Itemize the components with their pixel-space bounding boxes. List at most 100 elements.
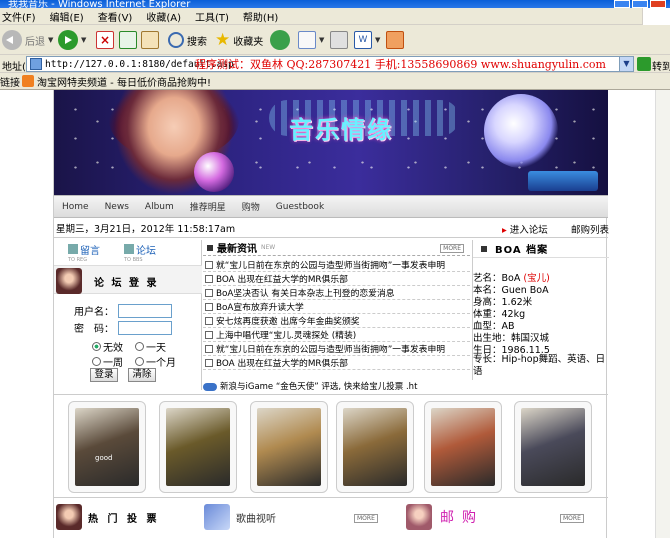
page-icon: [30, 58, 42, 70]
remember-month-radio[interactable]: 一个月: [135, 354, 176, 369]
mail-icon[interactable]: [298, 31, 316, 49]
gallery-photo[interactable]: [159, 401, 237, 493]
favorites-button[interactable]: ★ 收藏夹: [215, 28, 263, 52]
taobao-icon: [22, 75, 34, 87]
gallery-photo[interactable]: [424, 401, 502, 493]
refresh-icon[interactable]: [119, 31, 137, 49]
nav-album[interactable]: Album: [145, 202, 174, 212]
photo-image: [75, 408, 139, 486]
menu-view[interactable]: 查看(V): [98, 9, 133, 24]
print-icon[interactable]: [330, 31, 348, 49]
news-item[interactable]: BOA 出现在红益大学的MR俱乐部: [203, 356, 470, 370]
maximize-button[interactable]: [632, 0, 648, 8]
news-marquee[interactable]: 新浪与iGame “金色天使” 评选, 快来给宝儿投票 .ht: [203, 380, 608, 392]
mail-order-link[interactable]: 邮购列表: [571, 222, 609, 236]
nav-home[interactable]: Home: [62, 202, 89, 212]
news-item[interactable]: BoA坚决否认 有关日本杂志上刊登的恋爱消息: [203, 286, 470, 300]
news-item[interactable]: 就“宝儿日前在东京的公园与造型师当街拥吻”一事发表申明: [203, 342, 470, 356]
forward-button[interactable]: ▼: [58, 28, 86, 52]
date-bar: 星期三，3月21日，2012年 11:58:17am 进入论坛 邮购列表: [54, 218, 609, 238]
moon-image: [484, 94, 558, 168]
star-icon: ★: [215, 30, 231, 50]
favorites-label: 收藏夹: [233, 36, 264, 48]
remember-none-radio[interactable]: 无效: [92, 339, 123, 354]
login-button[interactable]: 登录: [90, 368, 118, 382]
news-panel: 最新资讯 NEW MORE 就“宝儿日前在东京的公园与造型师当街拥吻”一事发表申…: [203, 240, 470, 380]
video-thumb: [204, 504, 230, 530]
gallery-photo[interactable]: good: [68, 401, 146, 493]
forward-dropdown-icon: ▼: [81, 36, 87, 44]
username-input[interactable]: [118, 303, 172, 318]
news-item[interactable]: 安七炫再度获邀 出席今年金曲奖颁奖: [203, 314, 470, 328]
media-icon[interactable]: [270, 30, 290, 50]
menu-bar: 文件(F) 编辑(E) 查看(V) 收藏(A) 工具(T) 帮助(H): [0, 8, 670, 25]
links-bar: 链接 淘宝网特卖频道 - 每日低价商品抢购中!: [0, 73, 670, 90]
video-title: 歌曲视听: [236, 513, 276, 525]
current-date: 星期三，3月21日，2012年 11:58:17am: [56, 223, 236, 235]
remember-day-radio[interactable]: 一天: [135, 339, 166, 354]
mail-more-button[interactable]: MORE: [560, 514, 584, 523]
photo-image: [166, 408, 230, 486]
nav-news[interactable]: News: [105, 202, 129, 212]
video-more-button[interactable]: MORE: [354, 514, 378, 523]
address-url: http://127.0.0.1:8180/default.asp: [45, 58, 234, 70]
username-label: 用户名：: [74, 307, 114, 318]
address-overlay-text: 程序测试：双鱼林 QQ:287307421 手机:13558690869 www…: [195, 58, 606, 71]
photo-image: [343, 408, 407, 486]
gallery-photo[interactable]: [336, 401, 414, 493]
login-title: 论 坛 登 录: [94, 278, 159, 289]
photo-gallery: good: [54, 394, 608, 498]
nav-guestbook[interactable]: Guestbook: [276, 202, 324, 212]
vertical-scrollbar[interactable]: [655, 90, 670, 538]
links-label: 链接: [0, 77, 20, 89]
go-button[interactable]: 转到: [652, 58, 670, 73]
nav-stars[interactable]: 推荐明星: [190, 200, 226, 213]
menu-help[interactable]: 帮助(H): [243, 9, 278, 24]
bottom-strip: 热 门 投 票 歌曲视听 MORE 邮购 MORE: [54, 500, 608, 538]
minimize-button[interactable]: [614, 0, 630, 8]
password-input[interactable]: [118, 320, 172, 335]
gallery-photo[interactable]: [514, 401, 592, 493]
edit-word-icon[interactable]: W: [354, 31, 372, 49]
mail-order-title: 邮购: [440, 510, 484, 526]
go-arrow-icon[interactable]: [637, 57, 651, 71]
tab-guestbook[interactable]: 留言 TO REG: [68, 242, 100, 263]
menu-tools[interactable]: 工具(T): [195, 9, 229, 24]
profile-title: BOA 档案: [495, 245, 549, 256]
site-logo: 音乐情缘: [289, 115, 393, 144]
search-button[interactable]: 搜索: [168, 28, 207, 52]
city-image: [528, 171, 598, 191]
windows-logo-icon: [642, 8, 670, 25]
page-content: 音乐情缘 Home News Album 推荐明星 购物 Guestbook 星…: [53, 90, 609, 538]
back-button[interactable]: 后退 ▼: [2, 28, 53, 52]
messenger-icon[interactable]: [386, 31, 404, 49]
news-title: 最新资讯: [217, 244, 257, 255]
crystal-ball-image: [194, 152, 234, 192]
news-item[interactable]: BoA宣布放弃升读大学: [203, 300, 470, 314]
nav-shop[interactable]: 购物: [242, 200, 260, 213]
tab-forum[interactable]: 论坛 TO BBS: [124, 242, 156, 263]
clear-button[interactable]: 清除: [128, 368, 156, 382]
gallery-photo[interactable]: [250, 401, 328, 493]
menu-file[interactable]: 文件(F): [2, 9, 36, 24]
search-label: 搜索: [187, 36, 207, 48]
news-item[interactable]: BOA 出现在红益大学的MR俱乐部: [203, 272, 470, 286]
menu-favorites[interactable]: 收藏(A): [146, 9, 181, 24]
window-titlebar: 我我音乐 - Windows Internet Explorer: [0, 0, 670, 8]
links-item-taobao[interactable]: 淘宝网特卖频道 - 每日低价商品抢购中!: [22, 74, 211, 89]
back-label: 后退: [25, 36, 45, 48]
news-more-button[interactable]: MORE: [440, 244, 464, 253]
remember-week-radio[interactable]: 一周: [92, 354, 123, 369]
home-icon[interactable]: [141, 31, 159, 49]
news-item[interactable]: 就“宝儿日前在东京的公园与造型师当街拥吻”一事发表申明: [203, 258, 470, 272]
stop-icon[interactable]: ×: [96, 31, 114, 49]
close-button[interactable]: [650, 0, 666, 8]
news-item[interactable]: 上海中唱代理“宝儿.灵魂探处 (精装): [203, 328, 470, 342]
address-input[interactable]: http://127.0.0.1:8180/default.asp 程序测试：双…: [26, 56, 634, 72]
photo-image: [431, 408, 495, 486]
back-arrow-icon: [2, 30, 22, 50]
marquee-text: 新浪与iGame “金色天使” 评选, 快来给宝儿投票 .ht: [220, 382, 418, 392]
address-dropdown-icon[interactable]: ▼: [619, 57, 633, 71]
enter-forum-link[interactable]: 进入论坛: [502, 222, 548, 236]
menu-edit[interactable]: 编辑(E): [50, 9, 84, 24]
